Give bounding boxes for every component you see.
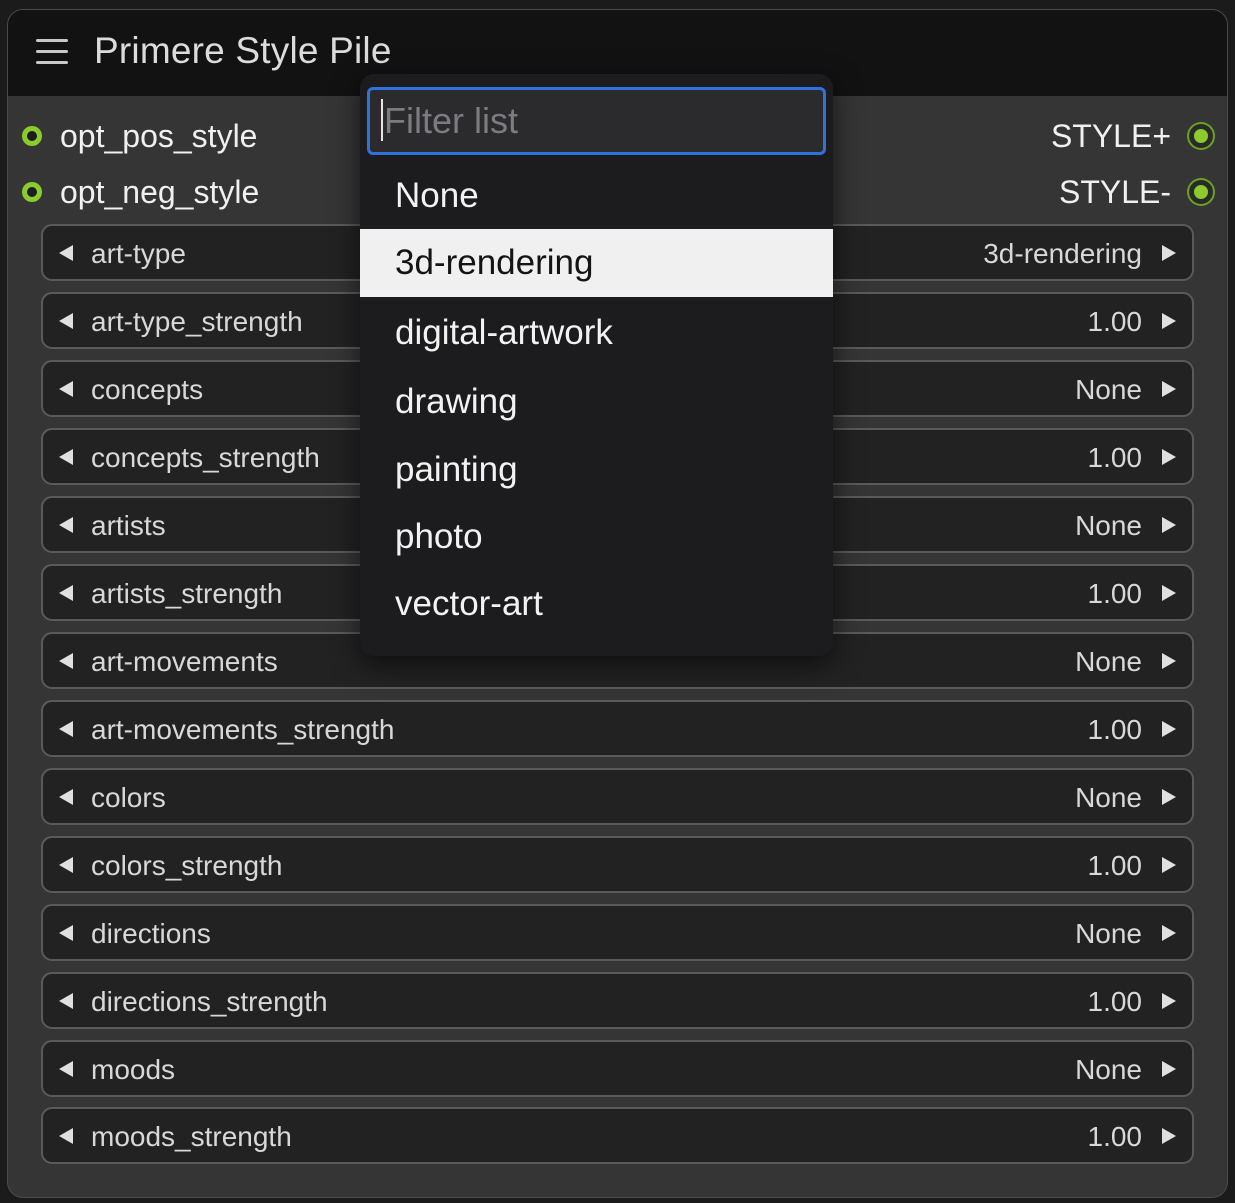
input-slot-opt-neg-style[interactable]: opt_neg_style (22, 172, 259, 212)
decrement-arrow-icon[interactable] (59, 993, 73, 1009)
combo-widget-colors[interactable]: colors None (41, 768, 1194, 825)
widget-name: colors_strength (91, 850, 283, 881)
input-connector-icon[interactable] (22, 182, 42, 202)
widget-name: directions_strength (91, 986, 328, 1017)
dropdown-option-3d-rendering[interactable]: 3d-rendering (360, 229, 833, 297)
widget-value: None (1075, 782, 1142, 813)
input-slot-label: opt_neg_style (60, 173, 260, 210)
output-slot-style-plus[interactable]: STYLE+ (1051, 116, 1213, 156)
widget-name: concepts_strength (91, 442, 320, 473)
decrement-arrow-icon[interactable] (59, 721, 73, 737)
number-widget-art-movements-strength[interactable]: art-movements_strength 1.00 (41, 700, 1194, 757)
hamburger-menu-icon[interactable] (36, 39, 68, 65)
decrement-arrow-icon[interactable] (59, 925, 73, 941)
widget-value: 1.00 (1087, 578, 1143, 609)
increment-arrow-icon[interactable] (1162, 1128, 1176, 1144)
increment-arrow-icon[interactable] (1162, 245, 1176, 261)
combo-widget-directions[interactable]: directions None (41, 904, 1194, 961)
output-connector-icon[interactable] (1189, 124, 1213, 148)
decrement-arrow-icon[interactable] (59, 857, 73, 873)
dropdown-option-digital-artwork[interactable]: digital-artwork (360, 299, 833, 367)
widget-value: 1.00 (1087, 1121, 1143, 1152)
widget-name: artists (91, 510, 166, 541)
widget-value: None (1075, 646, 1142, 677)
widget-value: None (1075, 918, 1142, 949)
widget-value: 3d-rendering (983, 238, 1142, 269)
increment-arrow-icon[interactable] (1162, 449, 1176, 465)
input-slot-label: opt_pos_style (60, 117, 258, 154)
widget-value: 1.00 (1087, 714, 1143, 745)
increment-arrow-icon[interactable] (1162, 993, 1176, 1009)
decrement-arrow-icon[interactable] (59, 245, 73, 261)
dropdown-option-painting[interactable]: painting (360, 436, 833, 504)
widget-value: None (1075, 510, 1142, 541)
dropdown-option-drawing[interactable]: drawing (360, 368, 833, 436)
widget-name: concepts (91, 374, 204, 405)
number-widget-moods-strength[interactable]: moods_strength 1.00 (41, 1107, 1194, 1164)
widget-value: None (1075, 1054, 1142, 1085)
decrement-arrow-icon[interactable] (59, 517, 73, 533)
decrement-arrow-icon[interactable] (59, 1061, 73, 1077)
increment-arrow-icon[interactable] (1162, 517, 1176, 533)
increment-arrow-icon[interactable] (1162, 381, 1176, 397)
number-widget-colors-strength[interactable]: colors_strength 1.00 (41, 836, 1194, 893)
input-slot-opt-pos-style[interactable]: opt_pos_style (22, 116, 257, 156)
combo-widget-moods[interactable]: moods None (41, 1040, 1194, 1097)
filter-list-input[interactable] (367, 87, 826, 155)
widget-value: 1.00 (1087, 442, 1143, 473)
widget-name: colors (91, 782, 166, 813)
dropdown-option-photo[interactable]: photo (360, 503, 833, 571)
decrement-arrow-icon[interactable] (59, 313, 73, 329)
increment-arrow-icon[interactable] (1162, 585, 1176, 601)
increment-arrow-icon[interactable] (1162, 789, 1176, 805)
widget-value: None (1075, 374, 1142, 405)
widget-name: art-type (91, 238, 186, 269)
dropdown-option-none[interactable]: None (360, 162, 833, 230)
increment-arrow-icon[interactable] (1162, 857, 1176, 873)
widget-name: art-movements_strength (91, 714, 395, 745)
widget-value: 1.00 (1087, 306, 1143, 337)
dropdown-option-vector-art[interactable]: vector-art (360, 570, 833, 638)
widget-name: directions (91, 918, 211, 949)
widget-name: moods (91, 1054, 176, 1085)
widget-name: art-movements (91, 646, 278, 677)
increment-arrow-icon[interactable] (1162, 1061, 1176, 1077)
output-connector-icon[interactable] (1189, 180, 1213, 204)
decrement-arrow-icon[interactable] (59, 381, 73, 397)
input-connector-icon[interactable] (22, 126, 42, 146)
widget-name: art-type_strength (91, 306, 303, 337)
increment-arrow-icon[interactable] (1162, 721, 1176, 737)
increment-arrow-icon[interactable] (1162, 313, 1176, 329)
widget-name: moods_strength (91, 1121, 292, 1152)
output-slot-style-minus[interactable]: STYLE- (1059, 172, 1213, 212)
widget-value: 1.00 (1087, 850, 1143, 881)
node-title: Primere Style Pile (94, 30, 392, 71)
output-slot-label: STYLE+ (1050, 117, 1171, 154)
combo-dropdown-menu[interactable]: None 3d-rendering digital-artwork drawin… (360, 74, 833, 656)
decrement-arrow-icon[interactable] (59, 449, 73, 465)
decrement-arrow-icon[interactable] (59, 585, 73, 601)
widget-value: 1.00 (1087, 986, 1143, 1017)
increment-arrow-icon[interactable] (1162, 925, 1176, 941)
decrement-arrow-icon[interactable] (59, 653, 73, 669)
widget-name: artists_strength (91, 578, 283, 609)
increment-arrow-icon[interactable] (1162, 653, 1176, 669)
number-widget-directions-strength[interactable]: directions_strength 1.00 (41, 972, 1194, 1029)
decrement-arrow-icon[interactable] (59, 1128, 73, 1144)
decrement-arrow-icon[interactable] (59, 789, 73, 805)
output-slot-label: STYLE- (1058, 173, 1171, 210)
text-cursor (381, 99, 383, 141)
